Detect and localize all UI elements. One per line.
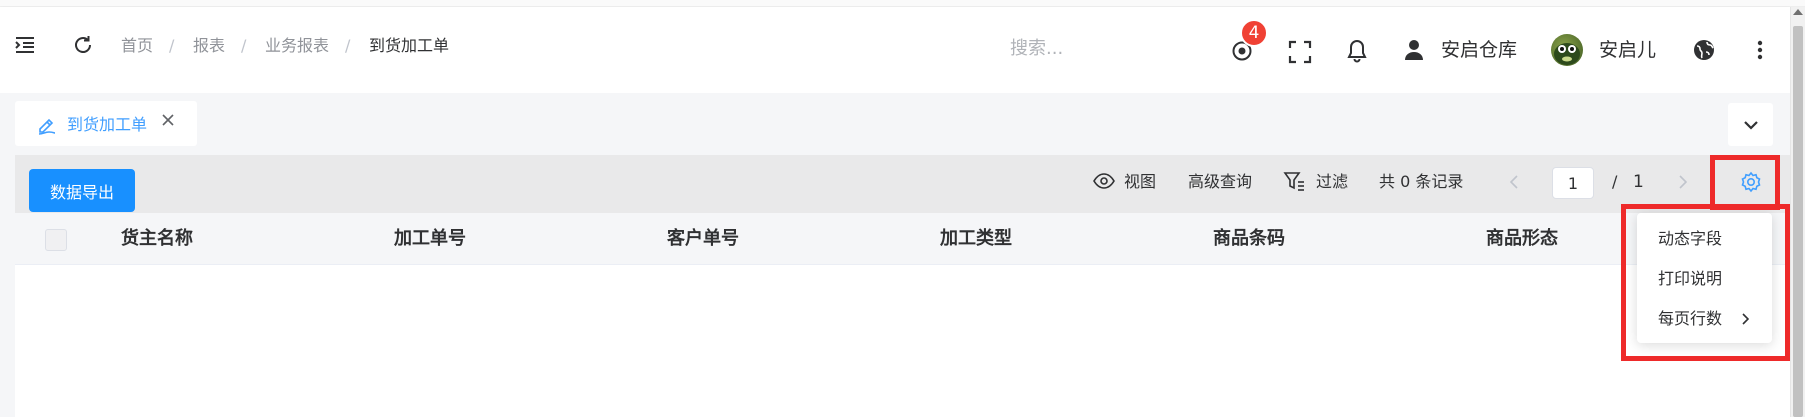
column-header-process-type[interactable]: 加工类型 bbox=[940, 228, 1012, 250]
menu-fold-icon[interactable] bbox=[14, 34, 36, 56]
column-header-order-no[interactable]: 加工单号 bbox=[394, 228, 466, 250]
username[interactable]: 安启儿 bbox=[1599, 38, 1656, 62]
chevron-down-icon bbox=[1743, 120, 1758, 130]
globe-icon[interactable] bbox=[1692, 38, 1716, 62]
edit-pen-icon bbox=[36, 114, 58, 136]
table-body bbox=[15, 265, 1790, 417]
breadcrumb-business-reports[interactable]: 业务报表 bbox=[265, 36, 329, 56]
warehouse-name[interactable]: 安启仓库 bbox=[1441, 38, 1517, 62]
tabs-collapse-button[interactable] bbox=[1728, 103, 1773, 146]
select-all-checkbox[interactable] bbox=[45, 229, 67, 251]
page-separator: / bbox=[1612, 172, 1618, 191]
breadcrumb-separator: / bbox=[345, 36, 351, 55]
column-header-customer-no[interactable]: 客户单号 bbox=[667, 228, 739, 250]
tabs-bar bbox=[0, 93, 1790, 155]
breadcrumb-separator: / bbox=[241, 36, 247, 55]
content-gutter bbox=[0, 155, 15, 417]
filter-icon bbox=[1283, 170, 1305, 192]
notification-count-badge: 4 bbox=[1240, 19, 1268, 47]
column-header-form[interactable]: 商品形态 bbox=[1486, 228, 1558, 250]
eye-icon bbox=[1093, 173, 1115, 189]
more-vertical-icon[interactable] bbox=[1752, 38, 1768, 62]
breadcrumb-current: 到货加工单 bbox=[369, 36, 450, 55]
prev-page-icon[interactable] bbox=[1508, 174, 1520, 190]
fullscreen-icon[interactable] bbox=[1288, 40, 1312, 64]
record-count: 共 0 条记录 bbox=[1379, 172, 1464, 191]
breadcrumb-separator: / bbox=[169, 36, 175, 55]
view-button[interactable]: 视图 bbox=[1124, 171, 1156, 193]
page-number-input[interactable]: 1 bbox=[1552, 167, 1594, 199]
highlight-box-menu bbox=[1621, 204, 1790, 361]
search-input[interactable]: 搜索... bbox=[1010, 38, 1063, 60]
user-icon[interactable] bbox=[1403, 38, 1425, 62]
tab-label: 到货加工单 bbox=[67, 115, 148, 134]
breadcrumb-reports[interactable]: 报表 bbox=[193, 36, 225, 56]
column-header-owner[interactable]: 货主名称 bbox=[121, 228, 193, 250]
table-toolbar bbox=[15, 155, 1790, 213]
advanced-query-button[interactable]: 高级查询 bbox=[1188, 171, 1252, 193]
export-button[interactable]: 数据导出 bbox=[29, 169, 135, 212]
page-total: 1 bbox=[1633, 172, 1644, 192]
column-header-barcode[interactable]: 商品条码 bbox=[1213, 228, 1285, 250]
avatar[interactable] bbox=[1551, 34, 1583, 66]
close-icon[interactable] bbox=[160, 112, 176, 128]
scroll-up-arrow-icon[interactable] bbox=[1793, 9, 1803, 15]
scrollbar-thumb[interactable] bbox=[1793, 26, 1803, 417]
next-page-icon[interactable] bbox=[1677, 174, 1689, 190]
browser-top-strip bbox=[0, 0, 1805, 7]
refresh-icon[interactable] bbox=[72, 34, 94, 56]
filter-button[interactable]: 过滤 bbox=[1316, 171, 1348, 193]
breadcrumb-home[interactable]: 首页 bbox=[121, 36, 153, 56]
bell-icon[interactable] bbox=[1346, 38, 1368, 64]
highlight-box-settings bbox=[1710, 155, 1780, 210]
